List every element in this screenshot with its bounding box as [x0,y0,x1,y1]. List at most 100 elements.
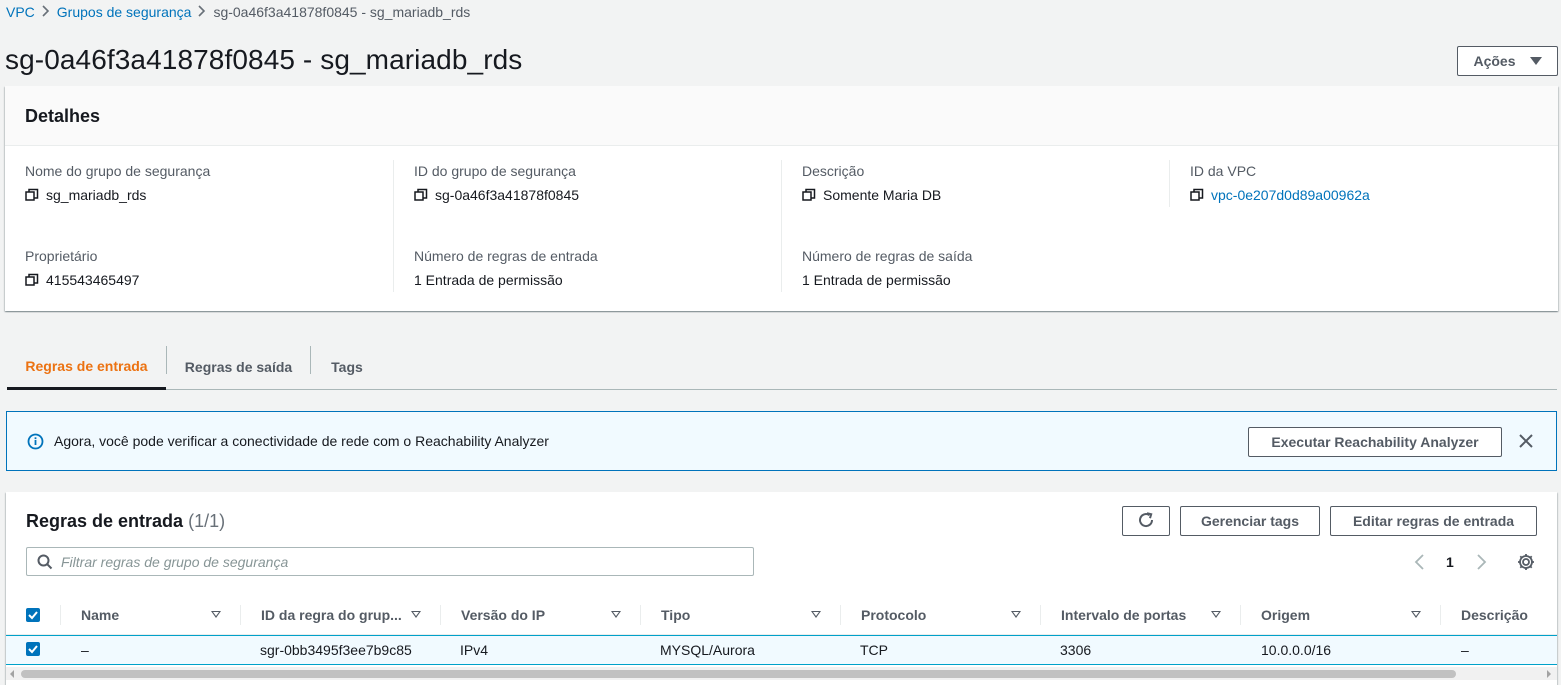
cell-ip-version: IPv4 [460,642,489,658]
column-header-ip-version[interactable]: Versão do IP [461,595,545,635]
caret-down-icon [1529,57,1542,65]
cell-port-range: 3306 [1060,642,1092,658]
rules-count: (1/1) [188,511,226,531]
column-divider [240,605,241,625]
field-value-inbound-count: 1 Entrada de permissão [414,272,563,288]
column-divider [60,605,61,625]
field-label-sg-id: ID do grupo de segurança [414,163,576,179]
column-divider [393,160,394,292]
horizontal-scrollbar[interactable] [6,667,1557,680]
field-label-sg-name: Nome do grupo de segurança [25,163,211,179]
refresh-icon [1137,511,1155,532]
details-title: Detalhes [25,106,101,126]
cell-name: – [81,642,89,658]
details-header: Detalhes [5,86,1558,146]
sort-icon[interactable] [611,611,621,618]
edit-inbound-rules-button[interactable]: Editar regras de entrada [1330,506,1537,536]
column-header-port-range[interactable]: Intervalo de portas [1061,595,1186,635]
inbound-rules-panel: Regras de entrada (1/1) Gerenciar tags E… [6,492,1557,685]
column-divider [640,605,641,625]
breadcrumb-security-groups-link[interactable]: Grupos de segurança [57,4,192,20]
row-checkbox[interactable] [26,642,40,656]
sort-icon[interactable] [811,611,821,618]
cell-description: – [1461,642,1469,658]
sg-id-text: sg-0a46f3a41878f0845 [435,187,580,203]
banner-text: Agora, você pode verificar a conectivida… [54,433,549,449]
cell-type: MYSQL/Aurora [660,642,755,658]
chevron-right-icon[interactable] [1474,553,1488,571]
column-divider [1040,605,1041,625]
search-icon [37,554,53,570]
search-field [26,547,754,576]
copy-icon[interactable] [802,188,816,202]
tab-inbound-rules[interactable]: Regras de entrada [7,345,166,390]
table-header: Name ID da regra do grup... Versão do IP… [6,595,1557,635]
chevron-left-icon[interactable] [1413,553,1427,571]
field-value-sg-name: sg_mariadb_rds [25,187,146,203]
field-value-outbound-count: 1 Entrada de permissão [802,272,951,288]
description-text: Somente Maria DB [823,187,942,203]
column-divider [1169,160,1170,207]
cell-source: 10.0.0.0/16 [1261,642,1332,658]
copy-icon[interactable] [414,188,428,202]
chevron-right-icon [191,4,213,20]
refresh-button[interactable] [1122,506,1170,536]
column-header-rule-id[interactable]: ID da regra do grup... [261,595,402,635]
tab-tags[interactable]: Tags [311,345,383,389]
manage-tags-button[interactable]: Gerenciar tags [1180,506,1320,536]
tab-bar: Regras de entrada Regras de saída Tags [7,345,1557,390]
info-icon [27,433,44,450]
tab-outbound-rules[interactable]: Regras de saída [167,345,310,389]
rules-title: Regras de entrada (1/1) [26,511,225,532]
field-value-owner: 415543465497 [25,272,139,288]
rules-title-text: Regras de entrada [26,511,184,531]
actions-label: Ações [1473,53,1516,69]
sort-icon[interactable] [211,611,221,618]
column-header-source[interactable]: Origem [1261,595,1310,635]
run-reachability-analyzer-button[interactable]: Executar Reachability Analyzer [1248,427,1502,457]
sort-icon[interactable] [1011,611,1021,618]
field-label-owner: Proprietário [25,248,98,264]
field-label-vpc-id: ID da VPC [1190,163,1257,179]
select-all-checkbox[interactable] [26,608,40,622]
scroll-right-icon[interactable] [1547,670,1551,678]
copy-icon[interactable] [25,188,39,202]
sort-icon[interactable] [411,611,421,618]
cell-rule-id: sgr-0bb3495f3ee7b9c85 [260,642,412,658]
search-input[interactable] [61,551,741,572]
scroll-left-icon[interactable] [10,670,14,678]
column-header-protocol[interactable]: Protocolo [861,595,926,635]
sort-icon[interactable] [1411,611,1421,618]
page-number[interactable]: 1 [1446,554,1454,570]
vpc-id-link[interactable]: vpc-0e207d0d89a00962a [1211,187,1370,203]
column-header-name[interactable]: Name [81,595,119,635]
info-banner: Agora, você pode verificar a conectivida… [6,411,1557,471]
sort-icon[interactable] [1211,611,1221,618]
breadcrumb: VPC Grupos de segurança sg-0a46f3a41878f… [6,3,470,21]
column-header-description[interactable]: Descrição [1461,595,1528,635]
cell-protocol: TCP [860,642,888,658]
column-header-type[interactable]: Tipo [661,595,690,635]
close-icon[interactable] [1518,433,1534,449]
copy-icon[interactable] [1190,188,1204,202]
field-label-outbound-count: Número de regras de saída [802,248,973,264]
scrollbar-thumb[interactable] [21,670,1456,678]
column-divider [1240,605,1241,625]
breadcrumb-current: sg-0a46f3a41878f0845 - sg_mariadb_rds [213,4,471,20]
column-divider [1440,605,1441,625]
field-value-vpc-id: vpc-0e207d0d89a00962a [1190,187,1370,203]
column-divider [840,605,841,625]
field-value-sg-id: sg-0a46f3a41878f0845 [414,187,579,203]
actions-dropdown-button[interactable]: Ações [1457,46,1558,76]
table-row[interactable]: – sgr-0bb3495f3ee7b9c85 IPv4 MYSQL/Auror… [6,635,1557,665]
column-divider [781,160,782,292]
sg-name-text: sg_mariadb_rds [46,187,147,203]
owner-text: 415543465497 [46,272,140,288]
gear-icon[interactable] [1517,553,1535,571]
copy-icon[interactable] [25,273,39,287]
field-value-description: Somente Maria DB [802,187,941,203]
field-label-description: Descrição [802,163,865,179]
column-divider [440,605,441,625]
details-panel: Detalhes Nome do grupo de segurança sg_m… [5,86,1558,311]
breadcrumb-vpc-link[interactable]: VPC [6,4,35,20]
